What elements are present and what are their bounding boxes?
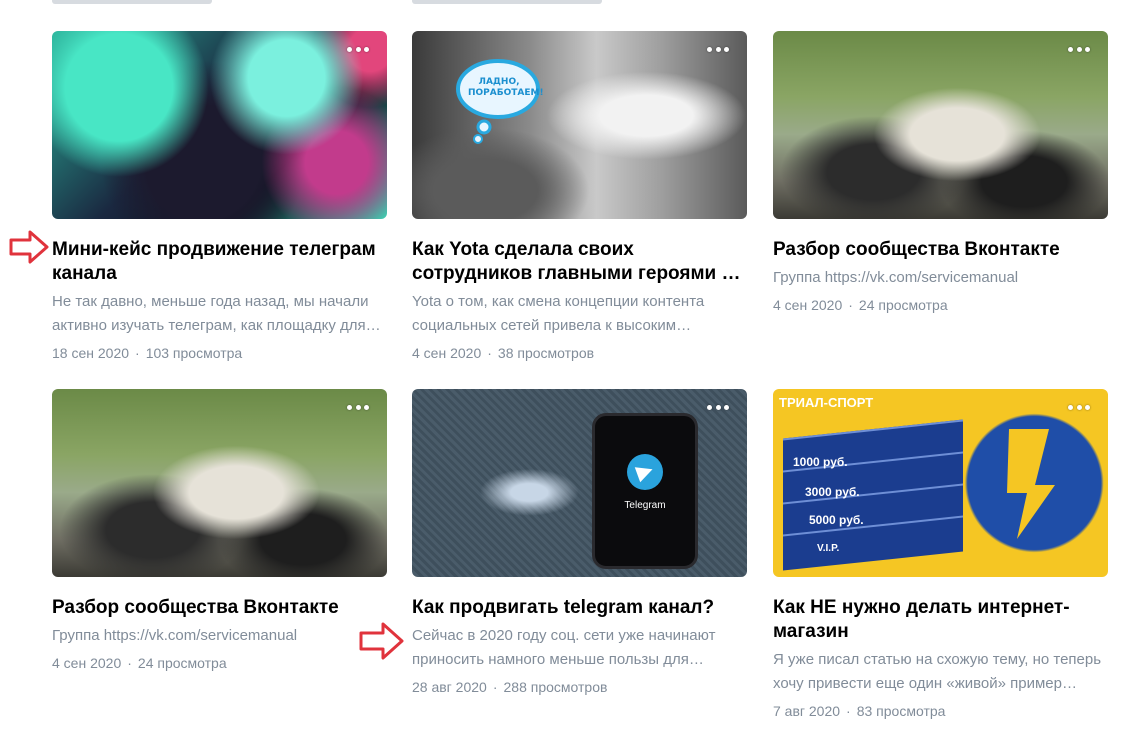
red-arrow-icon: [359, 622, 404, 660]
article-date: 4 сен 2020: [773, 297, 843, 313]
article-title[interactable]: Как продвигать telegram канал?: [412, 596, 747, 620]
speech-bubble-text: ЛАДНО, ПОРАБОТАЕМ!: [468, 77, 544, 98]
article-title[interactable]: Мини-кейс продвижение телеграм канала: [52, 238, 387, 286]
article-date: 28 авг 2020: [412, 679, 487, 695]
article-views: 24 просмотра: [137, 655, 227, 671]
more-dots-icon[interactable]: [707, 45, 729, 53]
red-arrow-icon: [9, 230, 49, 264]
article-views: 38 просмотров: [497, 345, 595, 361]
article-date: 7 авг 2020: [773, 703, 841, 719]
article-title[interactable]: Как НЕ нужно делать интернет-магазин: [773, 596, 1108, 644]
article-title[interactable]: Разбор сообщества Вконтакте: [773, 238, 1108, 262]
phone-label: Telegram: [624, 500, 666, 511]
article-date: 18 сен 2020: [52, 345, 130, 361]
article-views: 103 просмотра: [145, 345, 243, 361]
article-card[interactable]: Разбор сообщества Вконтакте Группа https…: [52, 389, 387, 672]
article-views: 288 просмотров: [503, 679, 608, 695]
article-description: Группа https://vk.com/servicemanual: [52, 627, 298, 644]
more-dots-icon[interactable]: [1068, 403, 1090, 411]
article-views: 24 просмотра: [858, 297, 948, 313]
top-cropped-strip: [0, 0, 1135, 6]
article-meta: 28 авг 2020 · 288 просмотров: [412, 679, 608, 695]
article-views: 83 просмотра: [856, 703, 946, 719]
article-title[interactable]: Как Yota сделала своих сотрудников главн…: [412, 238, 747, 286]
speech-bubble-icon: [456, 59, 540, 144]
article-card[interactable]: Мини-кейс продвижение телеграм канала Не…: [52, 31, 387, 362]
yota-man-image[interactable]: ЛАДНО, ПОРАБОТАЕМ!: [412, 31, 747, 219]
article-description: Группа https://vk.com/servicemanual: [773, 269, 1019, 286]
article-card[interactable]: ТРИАЛ-СПОРТ 1000 руб. 3000 руб. 5000 руб…: [773, 389, 1108, 720]
article-card[interactable]: ЛАДНО, ПОРАБОТАЕМ! Как Yota сделала свои…: [412, 31, 747, 362]
article-description: Не так давно, меньше года назад, мы нача…: [52, 293, 369, 334]
article-description: Я уже писал статью на схожую тему, но те…: [773, 651, 1102, 692]
telegram-phone-image[interactable]: Telegram: [412, 389, 747, 577]
motorcycle-image[interactable]: [773, 31, 1108, 219]
more-dots-icon[interactable]: [1068, 45, 1090, 53]
more-dots-icon[interactable]: [347, 45, 369, 53]
article-card[interactable]: Разбор сообщества Вконтакте Группа https…: [773, 31, 1108, 314]
lightning-logo-icon: [1007, 429, 1055, 539]
article-description: Yota о том, как смена концепции контента…: [412, 293, 705, 334]
telegram-logo-icon: [627, 454, 663, 490]
phone-illustration: Telegram: [592, 413, 698, 569]
motorcycle-image[interactable]: [52, 389, 387, 577]
gift-certificate-image[interactable]: ТРИАЛ-СПОРТ 1000 руб. 3000 руб. 5000 руб…: [773, 389, 1108, 577]
article-meta: 18 сен 2020 · 103 просмотра: [52, 345, 243, 361]
article-title[interactable]: Разбор сообщества Вконтакте: [52, 596, 387, 620]
article-meta: 4 сен 2020 · 38 просмотров: [412, 345, 595, 361]
article-meta: 4 сен 2020 · 24 просмотра: [52, 655, 227, 671]
article-card[interactable]: Telegram Как продвигать telegram канал? …: [412, 389, 747, 696]
more-dots-icon[interactable]: [707, 403, 729, 411]
articles-grid: Мини-кейс продвижение телеграм канала Не…: [0, 0, 1135, 735]
abstract-paint-image[interactable]: [52, 31, 387, 219]
more-dots-icon[interactable]: [347, 403, 369, 411]
article-meta: 7 авг 2020 · 83 просмотра: [773, 703, 946, 719]
article-date: 4 сен 2020: [412, 345, 482, 361]
article-date: 4 сен 2020: [52, 655, 122, 671]
article-meta: 4 сен 2020 · 24 просмотра: [773, 297, 948, 313]
article-description: Сейчас в 2020 году соц. сети уже начинаю…: [412, 627, 716, 668]
